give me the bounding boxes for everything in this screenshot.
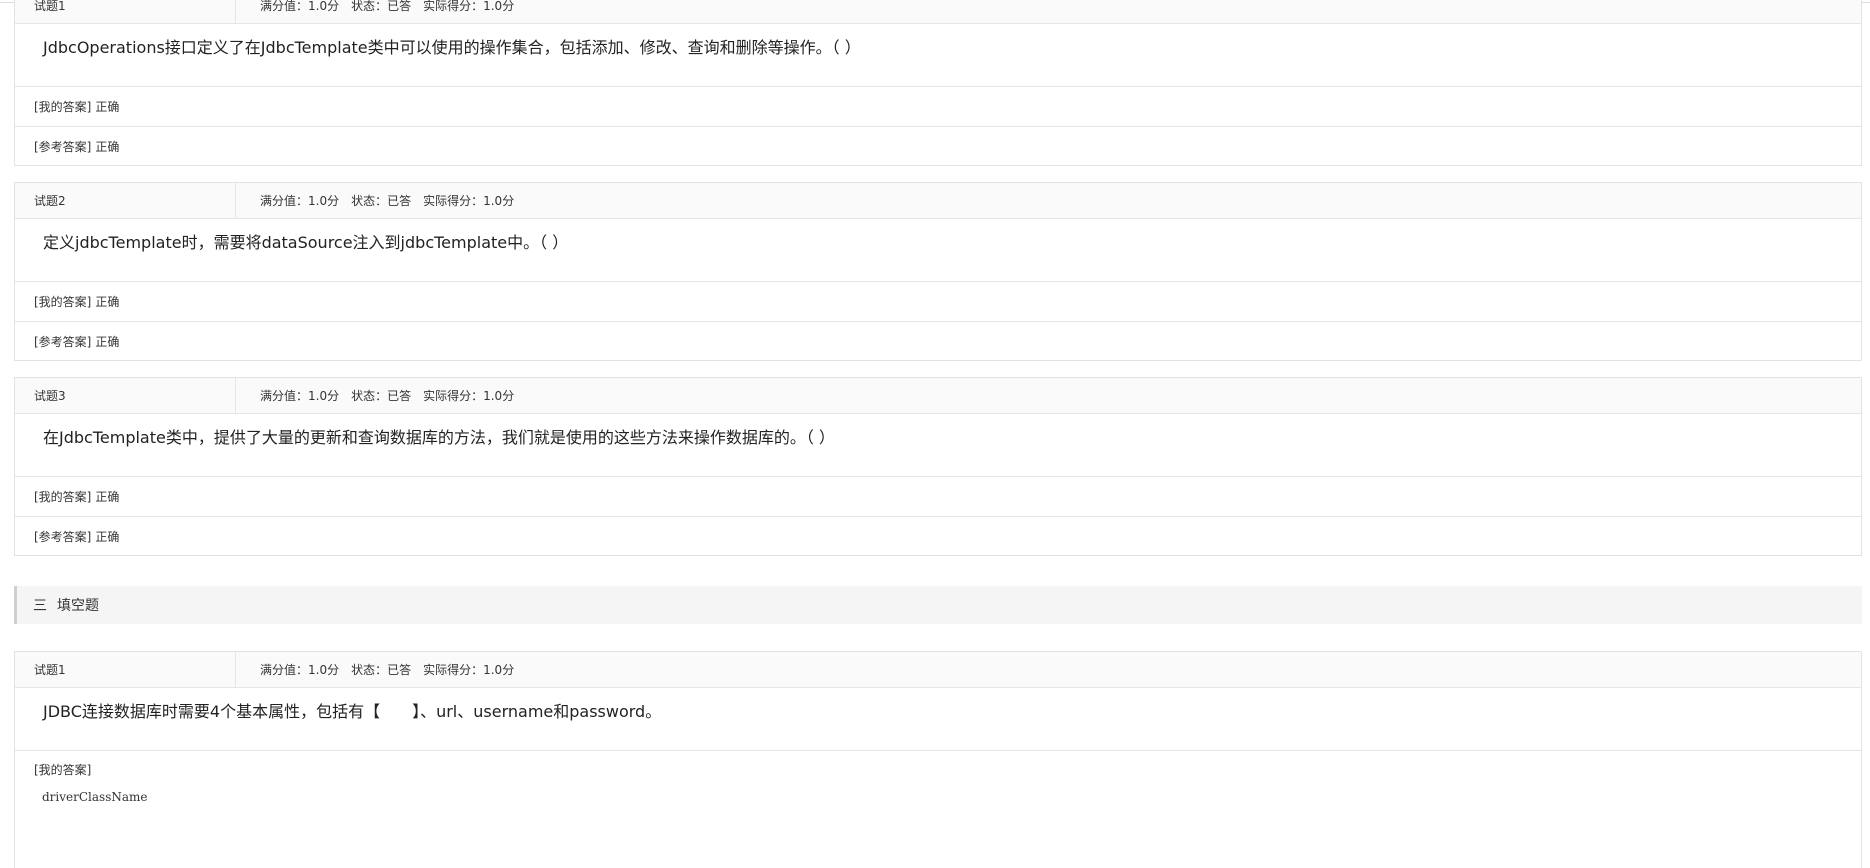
my-answer-row: [我的答案] 正确 [15,87,1861,126]
actual-score: 实际得分：1.0分 [423,194,515,208]
my-answer-block: [我的答案] driverClassName [15,751,1861,804]
my-answer-value: driverClassName [42,790,148,804]
fill-question-card: 试题1 满分值：1.0分 状态：已答 实际得分：1.0分 JDBC连接数据库时需… [14,651,1862,868]
question-text: 在JdbcTemplate类中，提供了大量的更新和查询数据库的方法，我们就是使用… [15,414,1861,477]
my-answer-row: [我的答案] 正确 [15,282,1861,321]
my-answer-value: 正确 [95,490,120,504]
ref-answer-row: [参考答案] 正确 [15,126,1861,165]
section-title: 填空题 [57,598,99,614]
question-meta: 满分值：1.0分 状态：已答 实际得分：1.0分 [236,0,526,23]
actual-score: 实际得分：1.0分 [423,0,515,13]
ref-answer-value: 正确 [95,334,120,349]
max-score: 满分值：1.0分 [260,0,340,13]
my-answer-label: [我的答案] [34,763,92,777]
question-number: 试题3 [15,378,236,413]
question-card: 试题2 满分值：1.0分 状态：已答 实际得分：1.0分 定义jdbcTempl… [14,182,1862,361]
max-score: 满分值：1.0分 [260,194,340,208]
question-number: 试题1 [15,652,236,687]
question-text: 定义jdbcTemplate时，需要将dataSource注入到jdbcTemp… [15,219,1861,282]
status: 状态：已答 [351,663,412,677]
ref-answer-row: [参考答案] 正确 [15,321,1861,360]
question-header: 试题1 满分值：1.0分 状态：已答 实际得分：1.0分 [15,0,1861,24]
ref-answer-value: 正确 [95,529,120,544]
question-card: 试题3 满分值：1.0分 状态：已答 实际得分：1.0分 在JdbcTempla… [14,377,1862,556]
question-meta: 满分值：1.0分 状态：已答 实际得分：1.0分 [236,378,526,413]
actual-score: 实际得分：1.0分 [423,663,515,677]
actual-score: 实际得分：1.0分 [423,389,515,403]
ref-answer-value: 正确 [95,139,120,154]
question-text: JDBC连接数据库时需要4个基本属性，包括有【 】、url、username和p… [15,688,1861,751]
max-score: 满分值：1.0分 [260,663,340,677]
question-meta: 满分值：1.0分 状态：已答 实际得分：1.0分 [236,183,526,218]
question-card: 试题1 满分值：1.0分 状态：已答 实际得分：1.0分 JdbcOperati… [14,0,1862,166]
question-meta: 满分值：1.0分 状态：已答 实际得分：1.0分 [236,652,526,687]
my-answer-row: [我的答案] 正确 [15,477,1861,516]
question-header: 试题1 满分值：1.0分 状态：已答 实际得分：1.0分 [15,652,1861,688]
section-header: 三 填空题 [14,586,1862,624]
question-header: 试题2 满分值：1.0分 状态：已答 实际得分：1.0分 [15,183,1861,219]
question-header: 试题3 满分值：1.0分 状态：已答 实际得分：1.0分 [15,378,1861,414]
section-number: 三 [33,598,47,614]
my-answer-value: 正确 [95,100,120,114]
question-number: 试题1 [15,0,236,23]
question-number: 试题2 [15,183,236,218]
status: 状态：已答 [351,389,412,403]
question-text: JdbcOperations接口定义了在JdbcTemplate类中可以使用的操… [15,24,1861,87]
ref-answer-label: [参考答案] [34,139,92,154]
status: 状态：已答 [351,0,412,13]
ref-answer-label: [参考答案] [34,334,92,349]
my-answer-label: [我的答案] [34,490,92,504]
my-answer-label: [我的答案] [34,295,92,309]
my-answer-value: 正确 [95,295,120,309]
page: 试题1 满分值：1.0分 状态：已答 实际得分：1.0分 JdbcOperati… [0,0,1870,868]
ref-answer-row: [参考答案] 正确 [15,516,1861,555]
my-answer-label: [我的答案] [34,100,92,114]
ref-answer-label: [参考答案] [34,529,92,544]
status: 状态：已答 [351,194,412,208]
max-score: 满分值：1.0分 [260,389,340,403]
